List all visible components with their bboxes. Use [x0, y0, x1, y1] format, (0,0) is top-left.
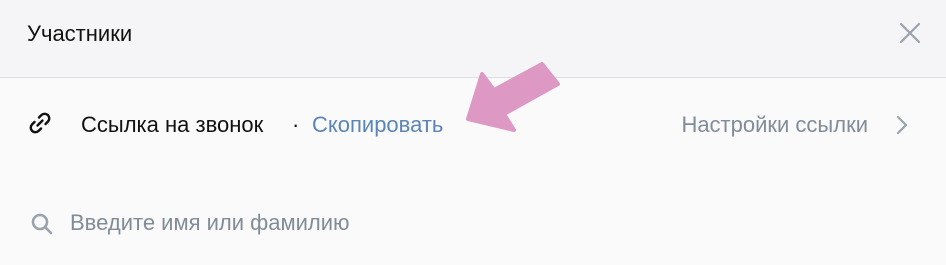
- arrow-pointer-icon: [466, 62, 562, 134]
- close-icon: [899, 22, 921, 44]
- call-link-label: Ссылка на звонок: [81, 112, 264, 137]
- link-icon: [26, 109, 54, 137]
- search-input[interactable]: [70, 207, 890, 239]
- chevron-right-icon[interactable]: [894, 112, 910, 138]
- link-settings-button[interactable]: Настройки ссылки: [681, 112, 868, 138]
- panel-title: Участники: [27, 21, 133, 46]
- search-icon: [30, 212, 54, 236]
- search-bar: [0, 200, 946, 246]
- close-button[interactable]: [898, 21, 922, 45]
- copy-link-button[interactable]: Скопировать: [312, 112, 443, 138]
- separator-dot: ·: [292, 112, 300, 137]
- participants-panel: Участники Ссылка на звонок · Скопировать…: [0, 0, 946, 265]
